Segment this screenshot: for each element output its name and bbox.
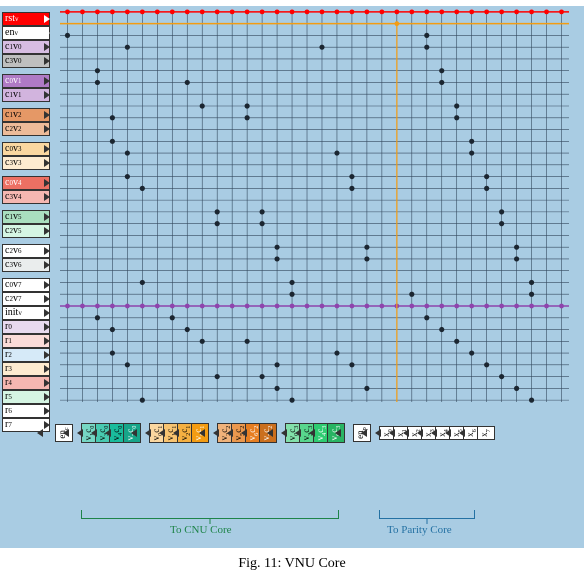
row-label: c0v3: [2, 142, 50, 156]
brace-label-parity: To Parity Core: [387, 524, 452, 536]
row-label: c1v1: [2, 88, 50, 102]
row-label: r3: [2, 362, 50, 376]
row-label: c0v1: [2, 74, 50, 88]
row-label: c1v5: [2, 210, 50, 224]
row-label: c3v4: [2, 190, 50, 204]
row-label: rstv: [2, 12, 50, 26]
row-label: r0: [2, 320, 50, 334]
row-label: r2: [2, 348, 50, 362]
interconnect-grid: encv1c0v3c0v4c0v7c0v0c1v1c1v2c1v5c1v2c2v…: [60, 6, 569, 456]
vnu-core-figure: rstvenvc1v0c3v0 c0v1c1v1 c1v2c2v2 c0v3c3v3 c…: [0, 6, 584, 548]
row-label: initv: [2, 306, 50, 320]
row-label: r1: [2, 334, 50, 348]
row-label: env: [2, 26, 50, 40]
col-labels: encv1c0v3c0v4c0v7c0v0c1v1c1v2c1v5c1v2c2v…: [57, 408, 493, 462]
row-label: c0v4: [2, 176, 50, 190]
row-label: c2v5: [2, 224, 50, 238]
row-label: c3v6: [2, 258, 50, 272]
col-label: x7: [461, 426, 511, 440]
row-label: c1v2: [2, 108, 50, 122]
row-label: c1v0: [2, 40, 50, 54]
brace-cnu: [81, 508, 339, 519]
brace-container: To CNU Core To Parity Core: [60, 508, 584, 548]
row-label: c0v7: [2, 278, 50, 292]
row-label: c2v7: [2, 292, 50, 306]
row-label: r5: [2, 390, 50, 404]
grid-svg: [60, 6, 569, 456]
row-label: c2v2: [2, 122, 50, 136]
row-labels: rstvenvc1v0c3v0 c0v1c1v1 c1v2c2v2 c0v3c3v3 c…: [2, 12, 50, 432]
row-label: c2v6: [2, 244, 50, 258]
brace-label-cnu: To CNU Core: [170, 524, 232, 536]
row-label: c3v0: [2, 54, 50, 68]
figure-caption: Fig. 11: VNU Core: [0, 548, 584, 576]
row-label: c3v3: [2, 156, 50, 170]
row-label: r4: [2, 376, 50, 390]
brace-parity: [379, 508, 475, 519]
row-label: r6: [2, 404, 50, 418]
